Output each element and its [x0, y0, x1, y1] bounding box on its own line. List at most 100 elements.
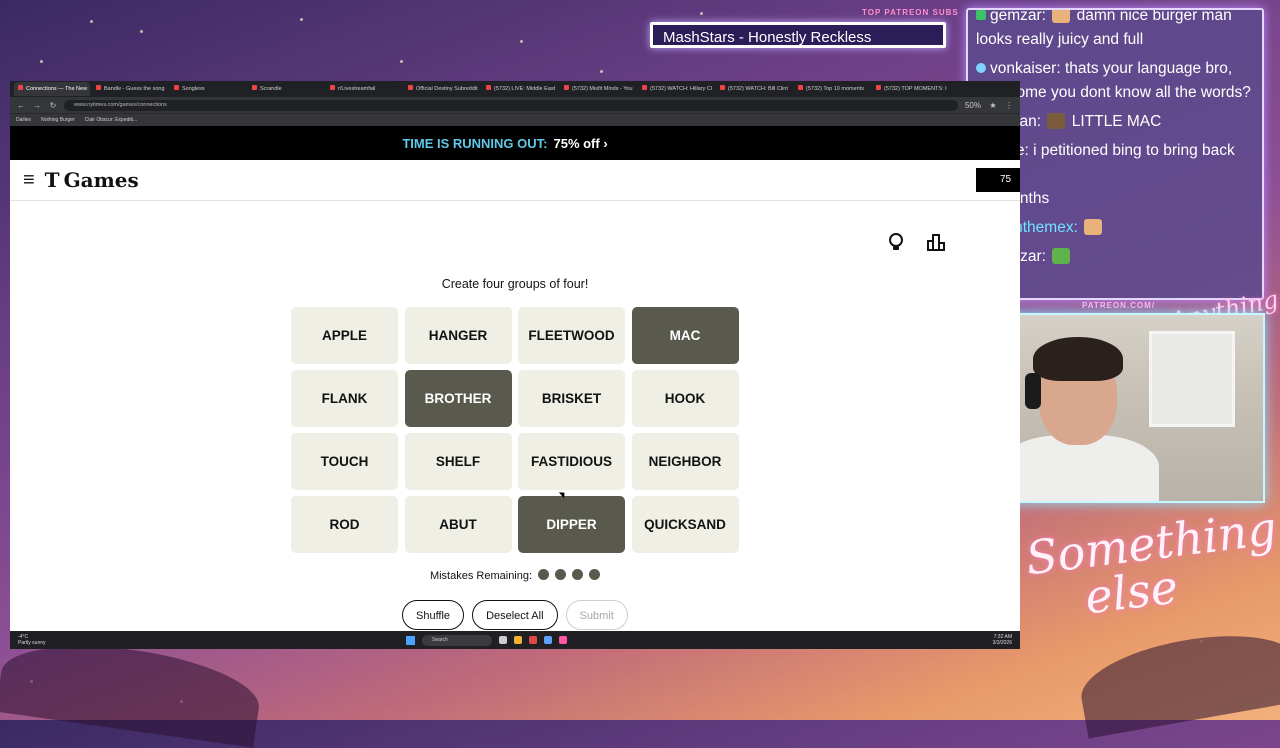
browser-tab[interactable]: (5732) Misfit Minds - You — [560, 82, 636, 96]
word-tile[interactable]: ROD — [291, 496, 398, 553]
address-bar[interactable]: www.nytimes.com/games/connections — [64, 99, 958, 111]
clock-date: 3/3/2026 — [992, 640, 1012, 646]
star — [140, 30, 143, 33]
chat-emote-icon — [1047, 113, 1066, 129]
bookmark-item[interactable]: Clair Obscur: Expediti... — [85, 117, 138, 123]
nyt-games-logo[interactable]: T Games — [45, 168, 139, 192]
browser-tab[interactable]: Connections — The New — [14, 82, 90, 96]
word-tile[interactable]: APPLE — [291, 307, 398, 364]
mistake-dot — [555, 569, 567, 580]
word-tile[interactable]: NEIGHBOR — [631, 433, 739, 490]
deselect-all-button[interactable]: Deselect All — [472, 600, 558, 630]
game-actions: Shuffle Deselect All Submit — [402, 600, 628, 630]
tab-favicon-icon — [564, 85, 569, 90]
browser-tab[interactable]: Songless — [170, 82, 246, 96]
browser-tab[interactable]: (5732) WATCH: Hillary Cl — [638, 82, 714, 96]
task-view-icon[interactable] — [499, 636, 507, 644]
patreon-url: PATREON.COM/ — [1082, 301, 1156, 310]
webcam-person-hair — [1033, 337, 1123, 381]
game-toolbar — [886, 232, 946, 252]
tab-label: Bandle - Guess the song — [104, 86, 165, 92]
zoom-indicator[interactable]: 50% — [964, 101, 982, 110]
top-patreon-label: TOP PATREON SUBS — [862, 8, 959, 17]
browser-tab[interactable]: Official Destiny Subreddit — [404, 82, 480, 96]
subscribe-button[interactable]: 75 — [976, 168, 1020, 192]
browser-tab[interactable]: (5732) LIVE: Middle East — [482, 82, 558, 96]
word-tile[interactable]: MAC — [631, 307, 739, 364]
forward-icon[interactable]: → — [32, 101, 42, 110]
word-tile[interactable]: BRISKET — [518, 370, 625, 427]
chat-username[interactable]: gemzar: — [990, 10, 1046, 24]
chat-text: i petitioned bing to bring back — [1033, 142, 1235, 159]
star — [300, 18, 303, 21]
browser-tab[interactable]: Bandle - Guess the song — [92, 82, 168, 96]
menu-kebab-icon[interactable]: ⋮ — [1004, 101, 1014, 110]
submit-button[interactable]: Submit — [565, 600, 628, 630]
tab-label: Songless — [182, 86, 205, 92]
brand-logo: Something else — [1023, 501, 1280, 627]
sub-ticker: MashStars - Honestly Reckless — [650, 22, 946, 48]
file-explorer-icon[interactable] — [514, 636, 522, 644]
taskbar-search[interactable]: Search — [422, 634, 492, 646]
tab-favicon-icon — [642, 85, 647, 90]
windows-start-icon[interactable] — [406, 635, 415, 645]
hint-lightbulb-icon[interactable] — [886, 232, 906, 252]
reload-icon[interactable]: ↻ — [48, 101, 58, 110]
word-tile[interactable]: BROTHER — [404, 370, 512, 427]
palm-silhouette — [1074, 621, 1280, 739]
game-instructions: Create four groups of four! — [441, 277, 589, 291]
bookmark-item[interactable]: Nothing Burger — [41, 117, 75, 123]
browser-tab[interactable]: (5732) TOP MOMENTS: I — [872, 82, 948, 96]
mistakes-remaining: Mistakes Remaining: — [10, 569, 1020, 582]
word-tile[interactable]: FLANK — [291, 370, 398, 427]
weather-widget[interactable]: -4°C Partly sunny — [18, 634, 46, 646]
tab-label: (5732) TOP MOMENTS: I — [884, 86, 947, 92]
mistakes-dots — [532, 569, 601, 582]
tab-label: (5732) LIVE: Middle East — [494, 86, 556, 92]
headset-icon — [1025, 373, 1041, 409]
webcam-person-body — [999, 435, 1159, 501]
chrome-icon[interactable] — [529, 636, 537, 644]
bookmark-star-icon[interactable]: ★ — [988, 101, 998, 110]
tab-favicon-icon — [798, 85, 803, 90]
word-tile[interactable]: DIPPER — [518, 496, 625, 553]
promo-highlight: TIME IS RUNNING OUT: — [402, 135, 548, 151]
palm-silhouette — [0, 632, 265, 748]
tab-favicon-icon — [720, 85, 725, 90]
browser-tab[interactable]: Scrandle — [248, 82, 324, 96]
word-tile[interactable]: QUICKSAND — [631, 496, 739, 553]
tab-label: Connections — The New — [26, 86, 88, 92]
bookmark-item[interactable]: Dailies — [16, 117, 31, 123]
promo-offer: 75% off — [553, 135, 600, 151]
tab-label: (5732) Misfit Minds - You — [572, 86, 633, 92]
chat-username[interactable]: vonkaiser: — [990, 60, 1061, 77]
back-icon[interactable]: ← — [16, 101, 26, 110]
steam-icon[interactable] — [544, 636, 552, 644]
chat-emote-icon — [1052, 248, 1071, 264]
word-tile[interactable]: HANGER — [404, 307, 512, 364]
browser-tab[interactable]: r/Livestreamfail — [326, 82, 402, 96]
tab-favicon-icon — [96, 85, 101, 90]
chat-text: LITTLE MAC — [1071, 113, 1162, 130]
system-clock[interactable]: 7:32 AM 3/3/2026 — [993, 634, 1012, 646]
promo-banner[interactable]: TIME IS RUNNING OUT: 75% off › — [10, 126, 1020, 160]
shuffle-button[interactable]: Shuffle — [402, 600, 465, 630]
star — [90, 20, 93, 23]
word-grid: APPLE HANGER FLEETWOOD MAC FLANK BROTHER BRISK… — [291, 307, 741, 553]
mistake-dot — [538, 569, 550, 580]
word-tile[interactable]: ABUT — [404, 496, 512, 553]
word-tile[interactable]: TOUCH — [291, 433, 398, 490]
word-tile[interactable]: HOOK — [631, 370, 739, 427]
word-tile[interactable]: SHELF — [404, 433, 512, 490]
browser-tab[interactable]: (5732) WATCH: Bill Clint — [716, 82, 792, 96]
word-tile[interactable]: FASTIDIOUS — [518, 433, 625, 490]
nyt-t-logo: T — [44, 168, 60, 192]
star — [400, 60, 403, 63]
hamburger-menu-icon[interactable]: ≡ — [23, 169, 35, 192]
browser-tab[interactable]: (5732) Top 10 moments — [794, 82, 870, 96]
app-icon[interactable] — [559, 636, 567, 644]
stats-chart-icon[interactable] — [926, 232, 946, 252]
chat-emote-icon — [1052, 10, 1071, 23]
word-tile[interactable]: FLEETWOOD — [518, 307, 625, 364]
tab-label: Official Destiny Subreddit — [416, 86, 478, 92]
